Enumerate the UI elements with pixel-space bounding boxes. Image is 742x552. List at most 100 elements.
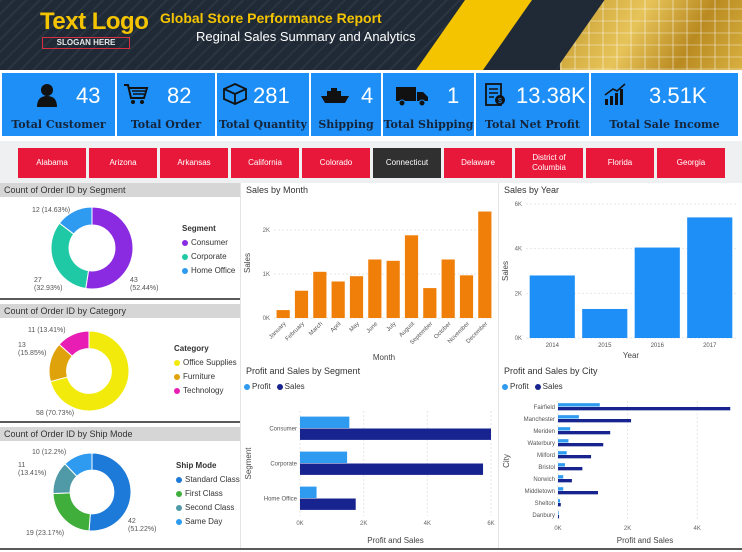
x-tick-label: 4K: [424, 521, 431, 527]
donut-slice: [52, 492, 91, 532]
x-tick-label: August: [398, 321, 416, 339]
bar: [582, 308, 628, 338]
bar: [300, 451, 348, 463]
panel-divider: [0, 421, 240, 423]
y-tick-label: Home Office: [264, 497, 298, 503]
legend-item: Profit: [244, 382, 271, 391]
shipmode-data-label: 42 (51.22%): [128, 518, 157, 533]
legend-item: Sales: [276, 382, 305, 391]
legend-item: First Class: [176, 489, 240, 498]
bar: [441, 259, 455, 318]
bar: [276, 310, 290, 318]
y-tick-label: 2K: [263, 228, 270, 234]
report-header: Text Logo SLOGAN HERE Global Store Perfo…: [0, 0, 742, 70]
bar: [558, 415, 579, 419]
x-tick-label: July: [386, 321, 398, 333]
y-tick-label: 6K: [515, 202, 522, 208]
kpi-total-quantity: 281 Total Quantity: [217, 73, 309, 136]
segment-data-label: 12 (14.63%): [32, 207, 71, 214]
bar: [558, 479, 572, 483]
bar: [300, 498, 356, 510]
category-data-label: 13 (15.85%): [18, 342, 47, 357]
bar: [634, 247, 680, 338]
bar: [558, 511, 559, 515]
state-button-georgia[interactable]: Georgia: [657, 148, 725, 178]
shipmode-panel-title: Count of Order ID by Ship Mode: [0, 427, 240, 441]
state-button-delaware[interactable]: Delaware: [444, 148, 512, 178]
legend-title: Ship Mode: [176, 461, 217, 470]
bar: [300, 486, 317, 498]
x-tick-label: 2K: [360, 521, 367, 527]
state-button-colorado[interactable]: Colorado: [302, 148, 370, 178]
state-button-alabama[interactable]: Alabama: [18, 148, 86, 178]
bar: [558, 491, 599, 495]
bar: [558, 451, 567, 455]
category-donut-chart: [48, 330, 130, 412]
x-tick-label: March: [308, 321, 324, 337]
y-tick-label: 4K: [515, 247, 522, 253]
logo-slogan: SLOGAN HERE: [42, 37, 130, 49]
y-tick-label: Bristol: [538, 465, 555, 471]
bar: [423, 288, 437, 318]
y-axis-label: Sales: [243, 253, 252, 273]
y-tick-label: Manchester: [524, 417, 555, 423]
x-tick-label: April: [330, 321, 343, 334]
legend-item: Second Class: [176, 503, 240, 512]
state-button-florida[interactable]: Florida: [586, 148, 654, 178]
kpi-label: Total Quantity: [219, 118, 307, 131]
bar: [558, 443, 604, 447]
legend-item: Corporate: [182, 252, 235, 261]
y-tick-label: Waterbury: [528, 441, 555, 447]
y-tick-label: Fairfield: [534, 405, 555, 411]
bar: [687, 217, 733, 338]
bar: [300, 428, 491, 440]
panel-divider: [0, 298, 240, 300]
bar: [558, 515, 560, 519]
truck-icon: [396, 87, 428, 107]
profit-city-legend: Profit Sales: [502, 382, 563, 391]
kpi-total-shipping: 1 Total Shipping: [383, 73, 474, 136]
state-button-arizona[interactable]: Arizona: [89, 148, 157, 178]
x-tick-label: June: [366, 321, 380, 335]
legend-item: Sales: [534, 382, 563, 391]
state-button-connecticut[interactable]: Connecticut: [373, 148, 441, 178]
x-axis-label: Year: [623, 351, 640, 360]
bar: [349, 276, 364, 318]
kpi-label: Total Net Profit: [485, 118, 580, 131]
bar: [558, 463, 565, 467]
legend-title: Segment: [182, 224, 216, 233]
legend-item: Standard Class: [176, 475, 240, 484]
kpi-label: Total Shipping: [383, 118, 474, 131]
bar: [386, 260, 400, 318]
y-tick-label: 0K: [263, 316, 270, 322]
x-tick-label: May: [349, 321, 361, 333]
segment-legend: Segment Consumer Corporate Home Office: [182, 224, 235, 280]
legend-title: Category: [174, 344, 209, 353]
bar: [558, 407, 731, 411]
legend-item: Consumer: [182, 238, 235, 247]
bar: [558, 467, 583, 471]
x-tick-label: 2017: [703, 343, 717, 349]
bar: [558, 403, 600, 407]
ship-icon: [321, 88, 349, 103]
year-panel-title: Sales by Year: [504, 185, 560, 195]
sales-by-year-chart: 0K 2K 4K 6K 2014 2015 2016 2017 Year Sales: [501, 202, 736, 360]
profit-city-panel-title: Profit and Sales by City: [504, 366, 598, 376]
legend-item: Same Day: [176, 517, 240, 526]
donut-slice: [88, 452, 132, 532]
growth-chart-icon: [604, 83, 626, 105]
profit-segment-legend: Profit Sales: [244, 382, 305, 391]
legend-item: Office Supplies: [174, 358, 237, 367]
state-button-district-of-columbia[interactable]: District of Columbia: [515, 148, 583, 178]
bar: [300, 463, 484, 475]
bar: [300, 416, 350, 428]
kpi-total-order: 82 Total Order: [117, 73, 215, 136]
state-slicer: Alabama Arizona Arkansas California Colo…: [0, 141, 742, 183]
x-tick-label: 4K: [694, 526, 701, 532]
shipmode-donut-chart: [52, 452, 132, 532]
x-tick-label: 2K: [624, 526, 631, 532]
state-button-california[interactable]: California: [231, 148, 299, 178]
state-button-arkansas[interactable]: Arkansas: [160, 148, 228, 178]
profit-sales-by-segment-chart: 0K 2K 4K 6K Consumer Corporate Home Office Prof…: [244, 411, 495, 545]
kpi-total-net-profit: $ 13.38K Total Net Profit: [476, 73, 589, 136]
